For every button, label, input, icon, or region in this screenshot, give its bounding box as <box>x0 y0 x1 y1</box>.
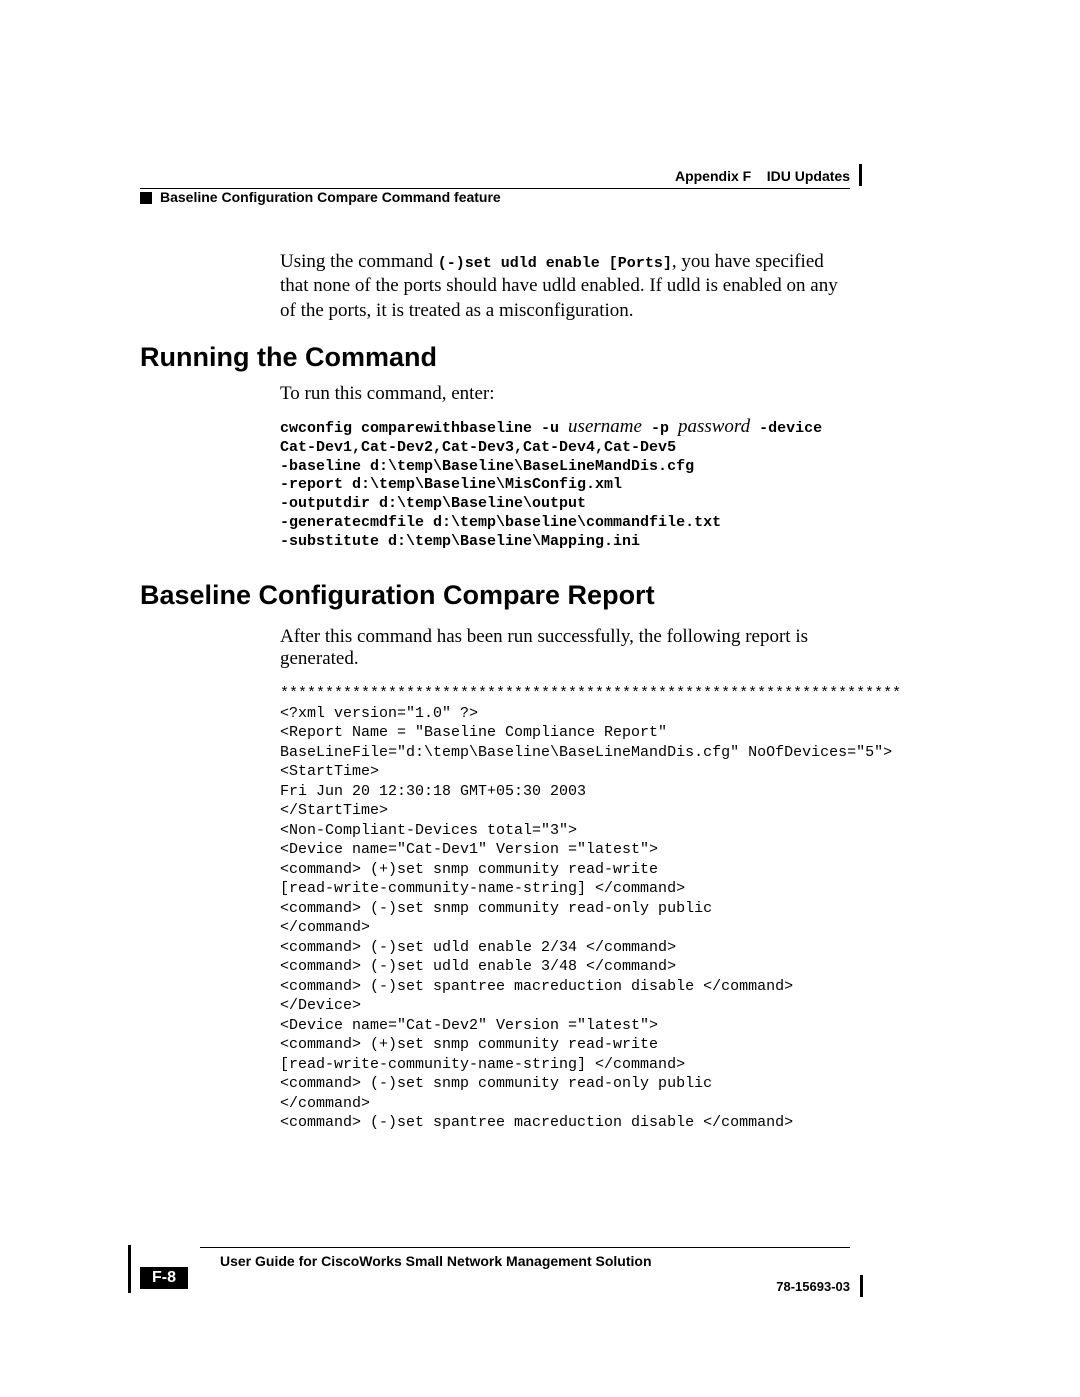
section-title-row: Baseline Configuration Compare Command f… <box>140 189 850 205</box>
cmd-l2: Cat-Dev1,Cat-Dev2,Cat-Dev3,Cat-Dev4,Cat-… <box>280 439 676 456</box>
report-listing: ****************************************… <box>280 684 850 1133</box>
chapter-label: IDU Updates <box>767 168 850 184</box>
footer-page-number: F-8 <box>140 1267 188 1289</box>
cmd-l1c: -device <box>750 420 822 437</box>
header-right-bar <box>859 164 862 186</box>
cmd-l4: -report d:\temp\Baseline\MisConfig.xml <box>280 476 622 493</box>
running-intro: To run this command, enter: <box>280 383 848 405</box>
intro-block: Using the command (-)set udld enable [Po… <box>280 250 848 345</box>
page: Appendix F IDU Updates Baseline Configur… <box>0 0 1080 1397</box>
footer-guide-title: User Guide for CiscoWorks Small Network … <box>220 1253 652 1269</box>
cmd-l6: -generatecmdfile d:\temp\baseline\comman… <box>280 514 721 531</box>
footer-left-bar <box>128 1245 131 1293</box>
cmd-l3: -baseline d:\temp\Baseline\BaseLineMandD… <box>280 458 694 475</box>
appendix-label: Appendix F <box>675 168 751 184</box>
cmd-l5: -outputdir d:\temp\Baseline\output <box>280 495 586 512</box>
cmd-l1b: -p <box>642 420 678 437</box>
section-marker-icon <box>140 192 152 204</box>
heading-running-command: Running the Command <box>140 342 437 373</box>
intro-pre: Using the command <box>280 251 438 272</box>
cmd-l1a: cwconfig comparewithbaseline -u <box>280 420 568 437</box>
footer-rule <box>200 1247 850 1248</box>
report-intro: After this command has been run successf… <box>280 626 850 670</box>
page-footer: User Guide for CiscoWorks Small Network … <box>140 1247 850 1307</box>
cmd-l7: -substitute d:\temp\Baseline\Mapping.ini <box>280 533 640 550</box>
section-title: Baseline Configuration Compare Command f… <box>160 189 501 205</box>
header-appendix-line: Appendix F IDU Updates <box>675 168 850 184</box>
running-code: cwconfig comparewithbaseline -u username… <box>280 415 848 551</box>
report-body: After this command has been run successf… <box>280 626 850 1133</box>
intro-paragraph: Using the command (-)set udld enable [Po… <box>280 250 848 323</box>
intro-command: (-)set udld enable [Ports] <box>438 255 672 272</box>
footer-right-bar <box>860 1275 863 1297</box>
cmd-username: username <box>568 416 642 437</box>
cmd-password: password <box>678 416 750 437</box>
running-body: To run this command, enter: cwconfig com… <box>280 383 848 551</box>
footer-doc-number: 78-15693-03 <box>776 1279 850 1294</box>
heading-baseline-report: Baseline Configuration Compare Report <box>140 580 655 611</box>
